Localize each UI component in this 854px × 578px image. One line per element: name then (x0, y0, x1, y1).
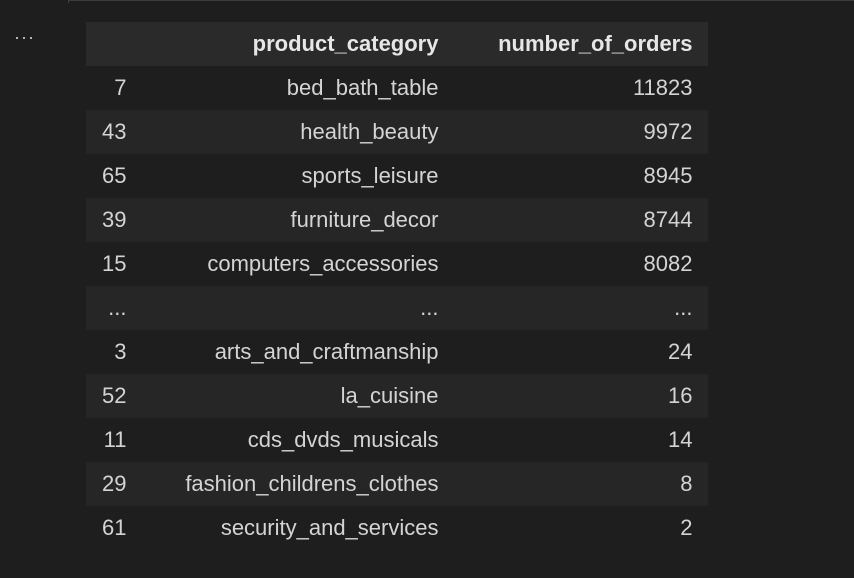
row-category: security_and_services (142, 506, 455, 550)
row-orders: 16 (454, 374, 709, 418)
row-category: arts_and_craftmanship (142, 330, 455, 374)
ellipsis-row: ... ... ... (86, 286, 709, 330)
row-category: bed_bath_table (142, 66, 455, 110)
table-row: 3 arts_and_craftmanship 24 (86, 330, 709, 374)
row-index: 65 (86, 154, 143, 198)
more-actions-icon[interactable]: ... (10, 24, 40, 48)
table-row: 52 la_cuisine 16 (86, 374, 709, 418)
row-index: 11 (86, 418, 143, 462)
row-category: furniture_decor (142, 198, 455, 242)
orders-header: number_of_orders (454, 22, 709, 66)
row-index: 39 (86, 198, 143, 242)
row-category: ... (142, 286, 455, 330)
table-row: 29 fashion_childrens_clothes 8 (86, 462, 709, 506)
row-orders: 24 (454, 330, 709, 374)
table-row: 65 sports_leisure 8945 (86, 154, 709, 198)
row-category: health_beauty (142, 110, 455, 154)
row-orders: 14 (454, 418, 709, 462)
row-orders: 11823 (454, 66, 709, 110)
table-row: 43 health_beauty 9972 (86, 110, 709, 154)
row-orders: ... (454, 286, 709, 330)
row-orders: 8 (454, 462, 709, 506)
cell-border (68, 0, 854, 3)
row-index: ... (86, 286, 143, 330)
row-category: cds_dvds_musicals (142, 418, 455, 462)
row-category: sports_leisure (142, 154, 455, 198)
table-row: 39 furniture_decor 8744 (86, 198, 709, 242)
row-index: 61 (86, 506, 143, 550)
row-category: la_cuisine (142, 374, 455, 418)
row-index: 52 (86, 374, 143, 418)
notebook-output: ... product_category number_of_orders 7 … (0, 0, 854, 578)
table-row: 11 cds_dvds_musicals 14 (86, 418, 709, 462)
row-index: 29 (86, 462, 143, 506)
table-row: 15 computers_accessories 8082 (86, 242, 709, 286)
table-row: 7 bed_bath_table 11823 (86, 66, 709, 110)
row-index: 15 (86, 242, 143, 286)
row-orders: 2 (454, 506, 709, 550)
table-row: 61 security_and_services 2 (86, 506, 709, 550)
index-header (86, 22, 143, 66)
row-category: fashion_childrens_clothes (142, 462, 455, 506)
row-category: computers_accessories (142, 242, 455, 286)
row-index: 3 (86, 330, 143, 374)
row-index: 43 (86, 110, 143, 154)
row-orders: 9972 (454, 110, 709, 154)
dataframe-table: product_category number_of_orders 7 bed_… (86, 22, 709, 550)
row-orders: 8744 (454, 198, 709, 242)
header-row: product_category number_of_orders (86, 22, 709, 66)
row-index: 7 (86, 66, 143, 110)
row-orders: 8945 (454, 154, 709, 198)
category-header: product_category (142, 22, 455, 66)
row-orders: 8082 (454, 242, 709, 286)
